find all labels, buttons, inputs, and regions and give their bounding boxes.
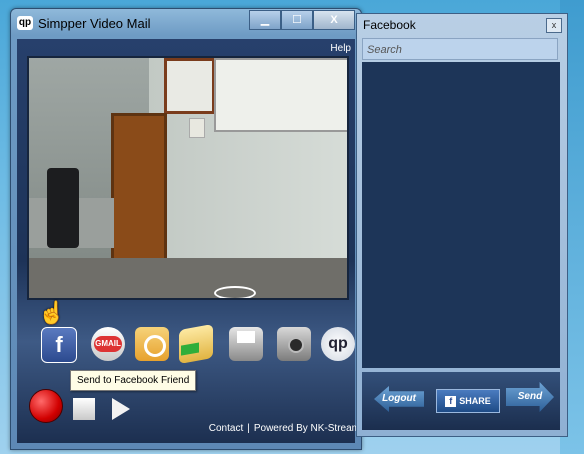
main-window: qp Simpper Video Mail ▁ ☐ X Help f GMAIL — [10, 8, 362, 450]
about-logo-button[interactable]: qp — [321, 327, 355, 361]
title-bar[interactable]: qp Simpper Video Mail ▁ ☐ X — [11, 9, 361, 37]
video-door — [111, 113, 167, 267]
facebook-share-button[interactable]: f — [41, 327, 77, 363]
contact-link[interactable]: Contact — [209, 423, 243, 434]
hand-cursor-icon: ☝ — [38, 300, 66, 325]
facebook-icon: f — [445, 396, 457, 407]
floppy-disk-icon — [237, 331, 255, 343]
record-button[interactable] — [29, 389, 63, 423]
facebook-panel: Facebook x Search Logout f SHARE Send — [356, 13, 568, 437]
save-button[interactable] — [229, 327, 263, 361]
send-arrow-icon — [181, 342, 199, 356]
window-title: Simpper Video Mail — [38, 16, 151, 31]
outlook-share-button[interactable] — [135, 327, 169, 361]
logout-button[interactable]: Logout — [374, 386, 424, 412]
friend-list[interactable] — [362, 62, 560, 368]
outlook-icon — [144, 335, 166, 357]
minimize-button[interactable]: ▁ — [249, 10, 281, 30]
share-toolbar: f GMAIL qp — [27, 324, 355, 367]
video-switchboard — [189, 118, 205, 138]
footer-separator: | — [247, 423, 250, 434]
help-link[interactable]: Help — [330, 43, 351, 54]
video-floor-object — [214, 286, 256, 298]
stop-button[interactable] — [73, 398, 95, 420]
friend-search-input[interactable]: Search — [362, 38, 558, 60]
share-label: SHARE — [459, 396, 491, 406]
app-client-area: Help f GMAIL qp Send to Facebook Friend … — [17, 39, 360, 443]
facebook-action-bar: Logout f SHARE Send — [362, 372, 560, 430]
video-floor — [29, 258, 347, 298]
gmail-share-button[interactable]: GMAIL — [91, 327, 125, 361]
video-chair — [47, 168, 79, 248]
tooltip: Send to Facebook Friend — [70, 370, 197, 391]
facebook-panel-close-button[interactable]: x — [546, 18, 562, 33]
facebook-panel-title: Facebook — [363, 18, 416, 32]
play-button[interactable] — [112, 398, 130, 420]
powered-by-link[interactable]: Powered By NK-Stream — [254, 423, 360, 434]
share-button[interactable]: f SHARE — [436, 389, 500, 413]
maximize-button[interactable]: ☐ — [281, 10, 313, 30]
video-wall-chart — [164, 58, 215, 114]
snapshot-button[interactable] — [277, 327, 311, 361]
gmail-icon: GMAIL — [94, 336, 122, 352]
footer-links: Contact | Powered By NK-Stream — [209, 423, 360, 434]
video-wall-board — [214, 58, 347, 132]
close-button[interactable]: X — [313, 10, 355, 30]
send-mail-button[interactable] — [179, 324, 213, 364]
app-logo-icon: qp — [17, 16, 33, 30]
camera-icon — [288, 337, 304, 353]
send-button[interactable]: Send — [506, 382, 554, 412]
webcam-preview — [27, 56, 349, 300]
caption-buttons: ▁ ☐ X — [249, 10, 355, 30]
